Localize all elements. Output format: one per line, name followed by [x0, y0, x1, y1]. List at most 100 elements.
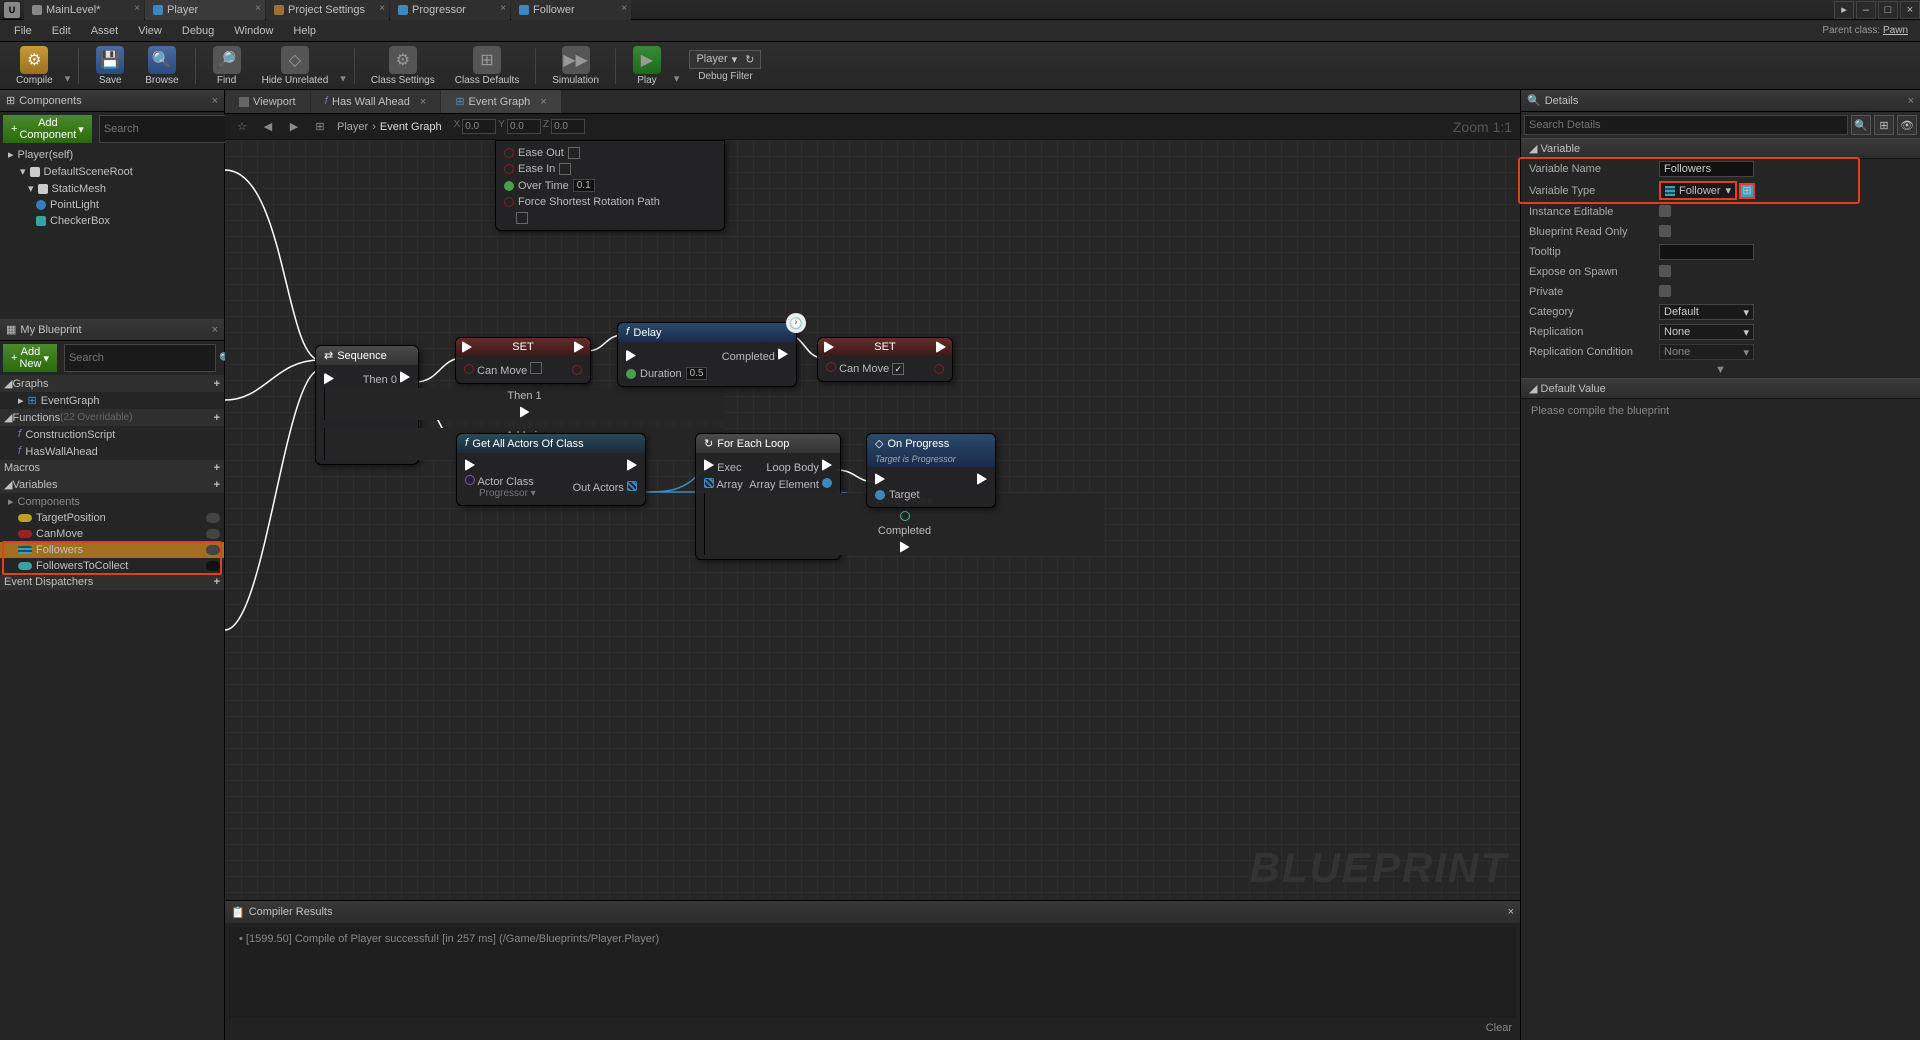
pin-int[interactable] [900, 511, 910, 521]
component-player-self[interactable]: ▸Player(self) [0, 146, 224, 163]
close-icon[interactable]: × [212, 95, 218, 107]
dropdown-icon[interactable]: ▾ [674, 72, 680, 89]
pin-class[interactable] [465, 475, 475, 485]
pin-bool[interactable] [464, 364, 474, 374]
pin-exec-in[interactable] [465, 459, 475, 471]
value-input[interactable]: 0.1 [573, 179, 595, 192]
close-icon[interactable]: × [621, 3, 627, 14]
tab-follower[interactable]: Follower× [511, 0, 631, 20]
component-checkerbox[interactable]: CheckerBox [0, 213, 224, 229]
add-new-button[interactable]: + Add New ▾ [3, 344, 57, 372]
parent-class-link[interactable]: Pawn [1883, 25, 1908, 36]
graph-canvas[interactable]: Ease Out Ease In Over Time0.1 Force Shor… [225, 140, 1520, 900]
breadcrumb-item[interactable]: Player [337, 121, 368, 133]
checkbox[interactable] [1659, 225, 1671, 237]
variable-category-header[interactable]: ◢ Variable [1521, 138, 1920, 159]
pin-array[interactable] [627, 481, 637, 491]
matrix-view-button[interactable]: ⊞ [1874, 115, 1894, 135]
play-button[interactable]: ▶Play [624, 44, 670, 88]
variable-targetposition[interactable]: TargetPosition [0, 510, 224, 526]
details-panel-header[interactable]: 🔍 Details × [1521, 90, 1920, 112]
pin-bool-out[interactable] [934, 364, 944, 374]
menu-help[interactable]: Help [283, 23, 326, 39]
nav-back-button[interactable]: ◀ [259, 118, 277, 136]
function-constructionscript[interactable]: 𝑓ConstructionScript [0, 426, 224, 443]
node-set-canmove-1[interactable]: SET Can Move [455, 337, 591, 384]
dropdown-icon[interactable]: ▾ [340, 72, 346, 89]
tab-eventgraph[interactable]: ⊞Event Graph× [441, 90, 560, 113]
search-icon[interactable]: 🔍 [1851, 115, 1871, 135]
variable-type-dropdown[interactable]: Follower ▾ [1659, 181, 1737, 200]
compile-button[interactable]: ⚙Compile [8, 44, 61, 88]
visibility-toggle[interactable] [206, 513, 220, 523]
variable-canmove[interactable]: CanMove [0, 526, 224, 542]
pin-exec-in[interactable] [462, 341, 472, 353]
expand-advanced-button[interactable]: ▼ [1521, 362, 1920, 378]
menu-window[interactable]: Window [224, 23, 283, 39]
coord-x-input[interactable] [462, 119, 496, 134]
pin-exec-out[interactable] [400, 371, 410, 383]
window-maximize-icon[interactable]: □ [1878, 1, 1898, 19]
refresh-icon[interactable]: ↻ [745, 53, 754, 66]
node-delay[interactable]: 🕐 𝑓Delay Completed Duration 0.5 [617, 322, 797, 387]
pin-exec-in[interactable] [824, 341, 834, 353]
visibility-toggle[interactable] [206, 529, 220, 539]
variables-section[interactable]: ◢Variables+ [0, 476, 224, 493]
container-type-button[interactable]: ⊞ [1739, 183, 1755, 199]
variable-followerstocollect[interactable]: FollowersToCollect [0, 558, 224, 574]
simulation-button[interactable]: ▶▶Simulation [544, 44, 607, 88]
menu-file[interactable]: File [4, 23, 42, 39]
coord-y-input[interactable] [507, 119, 541, 134]
menu-debug[interactable]: Debug [172, 23, 224, 39]
tab-player[interactable]: Player× [145, 0, 265, 20]
repcond-dropdown[interactable]: None ▾ [1659, 344, 1754, 360]
menu-edit[interactable]: Edit [42, 23, 81, 39]
visibility-toggle[interactable] [206, 545, 220, 555]
close-icon[interactable]: × [1908, 95, 1914, 107]
coord-z-input[interactable] [551, 119, 585, 134]
add-function-button[interactable]: + [214, 412, 220, 424]
favorite-button[interactable]: ☆ [233, 118, 251, 136]
variables-category[interactable]: ▸ Components [0, 493, 224, 510]
close-icon[interactable]: × [500, 3, 506, 14]
graph-menu-button[interactable]: ⊞ [311, 118, 329, 136]
add-macro-button[interactable]: + [214, 462, 220, 474]
hide-unrelated-button[interactable]: ◇Hide Unrelated [254, 44, 337, 88]
tab-haswallahead[interactable]: 𝑓Has Wall Ahead× [311, 90, 441, 113]
find-button[interactable]: 🔎Find [204, 44, 250, 88]
close-icon[interactable]: × [540, 96, 546, 108]
node-sequence[interactable]: ⇄Sequence Then 0 Then 1 Add pin + [315, 345, 419, 465]
replication-dropdown[interactable]: None ▾ [1659, 324, 1754, 340]
pin-object[interactable] [822, 478, 832, 488]
checkbox[interactable] [530, 362, 542, 374]
window-close-icon[interactable]: × [1900, 1, 1920, 19]
menu-view[interactable]: View [128, 23, 172, 39]
checkbox[interactable] [892, 363, 904, 375]
components-panel-header[interactable]: ⊞ Components × [0, 90, 224, 112]
close-icon[interactable]: × [255, 3, 261, 14]
graphs-section[interactable]: ◢Graphs+ [0, 375, 224, 392]
pin-bool[interactable] [504, 164, 514, 174]
close-icon[interactable]: × [1508, 906, 1514, 918]
compiler-results-header[interactable]: 📋 Compiler Results × [225, 901, 1520, 923]
details-search-input[interactable] [1524, 115, 1848, 135]
add-component-button[interactable]: + Add Component ▾ [3, 115, 92, 143]
value-input[interactable]: 0.5 [686, 367, 708, 380]
pin-exec-in[interactable] [875, 473, 885, 485]
variable-followers[interactable]: Followers [0, 542, 224, 558]
pin-exec-out[interactable] [627, 459, 637, 471]
pin-exec-in[interactable] [704, 459, 714, 471]
myblueprint-search-input[interactable] [64, 344, 216, 372]
pin-exec-out[interactable] [574, 341, 584, 353]
component-staticmesh[interactable]: ▾StaticMesh [0, 180, 224, 197]
tab-viewport[interactable]: Viewport [225, 90, 310, 113]
pin-float[interactable] [504, 181, 514, 191]
add-dispatcher-button[interactable]: + [214, 576, 220, 588]
checkbox[interactable] [1659, 265, 1671, 277]
pin-bool-out[interactable] [572, 365, 582, 375]
add-variable-button[interactable]: + [214, 479, 220, 491]
clear-button[interactable]: Clear [1486, 1022, 1512, 1040]
node-set-canmove-2[interactable]: SET Can Move [817, 337, 953, 382]
tab-projectsettings[interactable]: Project Settings× [266, 0, 389, 20]
save-button[interactable]: 💾Save [87, 44, 133, 88]
